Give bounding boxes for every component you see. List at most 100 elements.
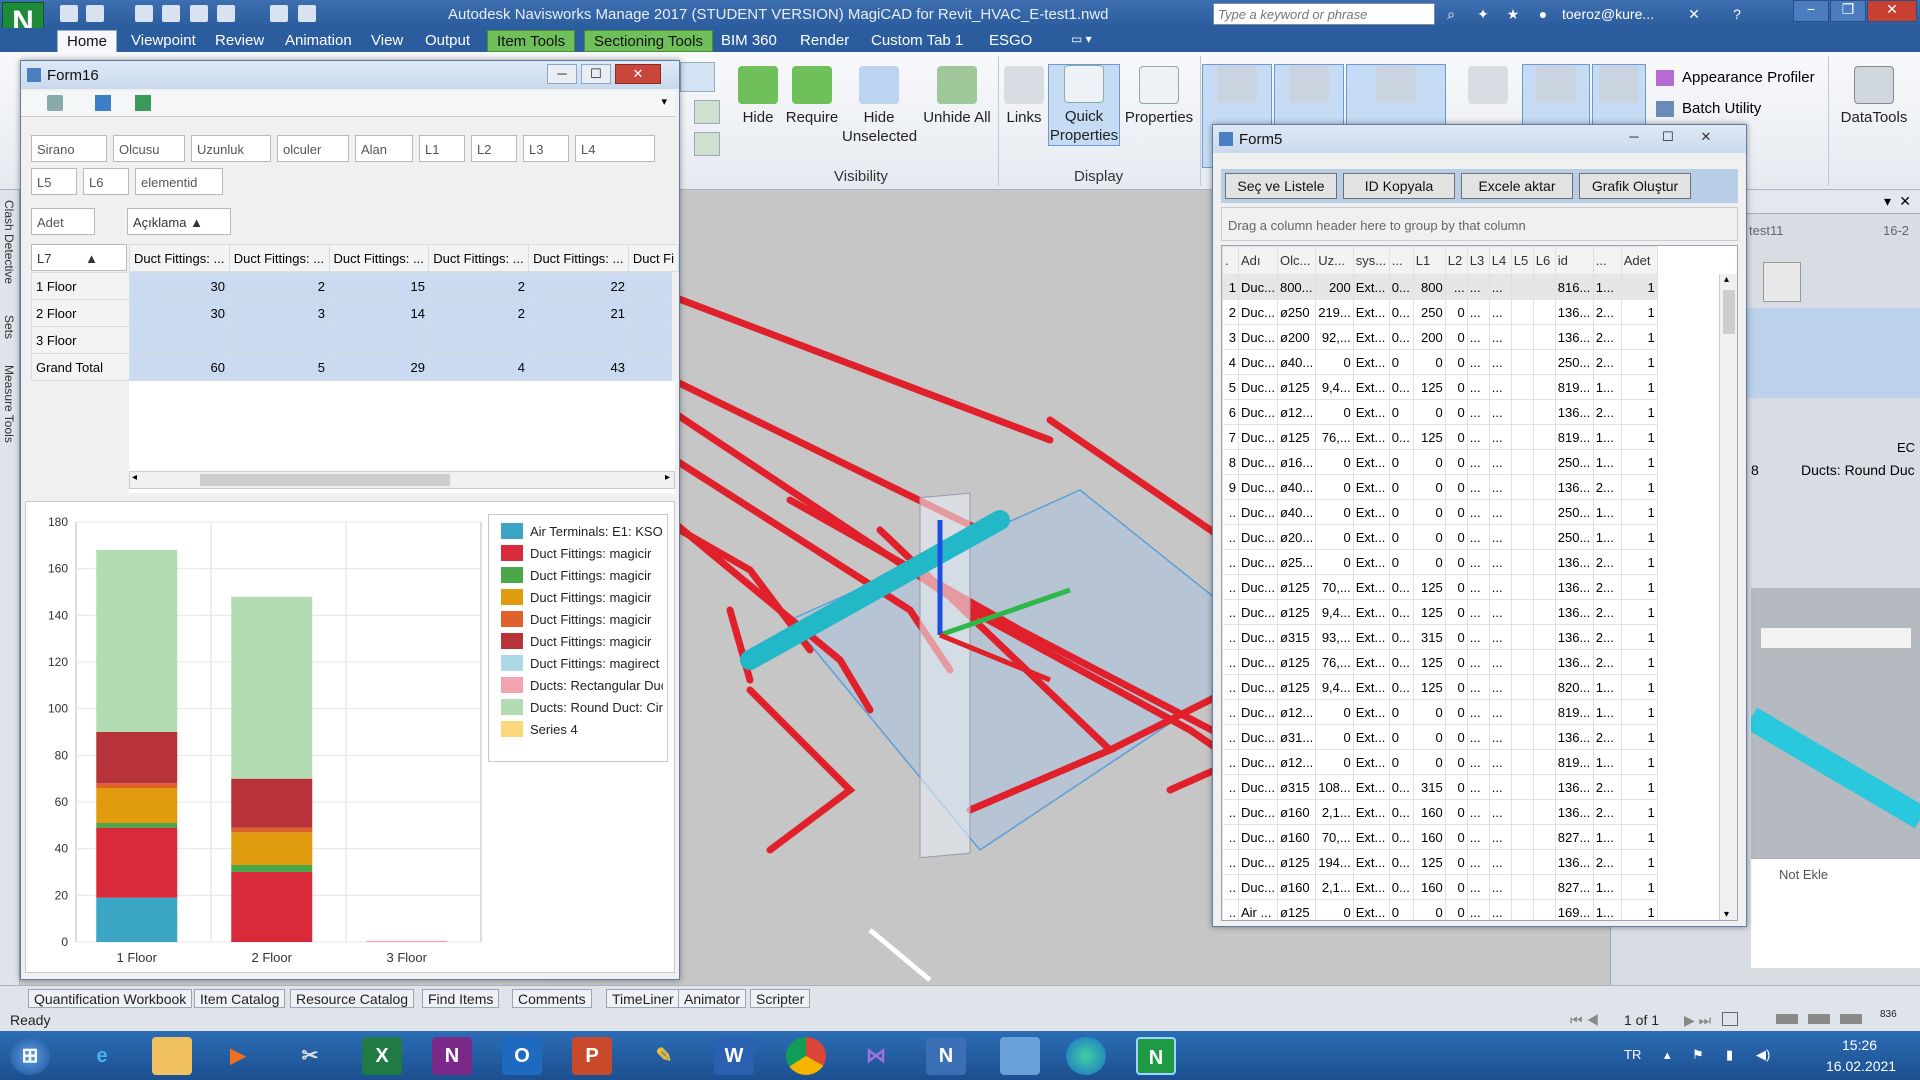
column-header[interactable]: Duct Fittings: ... (228, 244, 330, 272)
filter-field-l6[interactable]: L6 (83, 168, 129, 195)
section-tool-icon[interactable] (680, 62, 715, 92)
network-icon[interactable]: ▮ (1726, 1047, 1733, 1063)
table-row[interactable]: .. Duc... ø20... 0 Ext... 0 0 0...... 250... 1...… (1222, 524, 1658, 550)
plane-tool-icon[interactable] (694, 100, 720, 124)
bar-segment[interactable] (96, 897, 178, 942)
bar-segment[interactable] (96, 732, 178, 784)
redo-icon[interactable] (217, 5, 235, 22)
column-field-aciklama[interactable]: Açıklama ▲ (127, 208, 231, 235)
column-header[interactable]: Duct Fittings: ... (428, 244, 530, 272)
grid-column-header[interactable]: ... (1388, 246, 1414, 275)
filter-field-sirano[interactable]: Sirano (31, 135, 107, 162)
grid-column-header[interactable]: Olc... (1276, 246, 1317, 275)
binoculars-icon[interactable]: ⌕ (1442, 6, 1460, 22)
pin-icon[interactable]: ▾ (1884, 193, 1891, 210)
edge-icon[interactable] (1066, 1037, 1106, 1075)
tab-animator[interactable]: Animator (678, 989, 747, 1008)
select-icon[interactable] (298, 5, 316, 22)
tab-review[interactable]: Review (206, 30, 273, 52)
group-by-panel[interactable]: Drag a column header here to group by th… (1221, 207, 1738, 241)
chrome-icon[interactable] (786, 1037, 826, 1075)
export-icon[interactable] (47, 95, 63, 111)
help-icon[interactable]: ? (1728, 6, 1746, 22)
table-row[interactable]: .. Duc... ø125 9,4... Ext... 0... 125 0...... 82… (1222, 674, 1658, 700)
chart-icon[interactable] (95, 95, 111, 111)
tab-view[interactable]: View (362, 30, 412, 52)
scroll-right-icon[interactable]: ▸ (665, 472, 670, 483)
bar-segment[interactable] (231, 596, 313, 779)
form16-close-button[interactable]: ✕ (615, 64, 661, 84)
tab-comments[interactable]: Comments (512, 989, 592, 1008)
table-row[interactable]: 5 Duc... ø125 9,4... Ext... 0... 125 0...... 819… (1222, 374, 1658, 400)
tab-sectioning-tools[interactable]: Sectioning Tools (584, 30, 713, 52)
autodesk-rendering-button[interactable] (1460, 66, 1516, 108)
navisworks-manage-icon[interactable]: N (1136, 1037, 1176, 1075)
tab-timeliner[interactable]: TimeLiner (606, 989, 680, 1008)
scrollbar-thumb[interactable] (1723, 290, 1735, 334)
filter-field-alan[interactable]: Alan (355, 135, 413, 162)
grid-column-header[interactable]: L1 (1412, 246, 1446, 275)
table-row[interactable]: .. Duc... ø125 194... Ext... 0... 125 0...... 13… (1222, 849, 1658, 875)
ribbon-options-icon[interactable]: ▭ ▾ (1062, 30, 1101, 52)
table-row[interactable]: Grand Total 60 5 29 4 43 (31, 353, 672, 381)
form16-maximize-button[interactable]: ☐ (581, 64, 611, 84)
column-header[interactable]: Duct Fittings: ... (528, 244, 629, 272)
column-header[interactable]: Duct Fittings: ... (129, 244, 230, 272)
bar-segment[interactable] (96, 788, 178, 823)
clipboard-icon[interactable] (1763, 262, 1801, 302)
note-area[interactable]: Not Ekle (1751, 858, 1920, 968)
table-row[interactable]: .. Duc... ø31... 0 Ext... 0 0 0...... 136... 2...… (1222, 724, 1658, 750)
excele-aktar-button[interactable]: Excele aktar (1461, 173, 1573, 199)
tab-item-tools[interactable]: Item Tools (487, 30, 576, 52)
filter-field-uzunluk[interactable]: Uzunluk (191, 135, 271, 162)
quick-properties-button[interactable]: Quick Properties (1048, 64, 1120, 146)
clock-date[interactable]: 16.02.2021 (1826, 1058, 1896, 1074)
box-tool-icon[interactable] (694, 132, 720, 156)
scroll-up-icon[interactable]: ▴ (1724, 274, 1729, 285)
powerpoint-icon[interactable]: P (572, 1037, 612, 1075)
bar-segment[interactable] (96, 827, 178, 898)
grid-column-header[interactable]: id (1554, 246, 1594, 275)
bar-segment[interactable] (231, 872, 313, 942)
minimize-button[interactable]: − (1793, 0, 1829, 22)
bar-segment[interactable] (96, 550, 178, 732)
bar-segment[interactable] (96, 823, 178, 828)
user-name[interactable]: toeroz@kure... (1562, 6, 1654, 22)
grafik-olustur-button[interactable]: Grafik Oluştur (1579, 173, 1691, 199)
table-row[interactable]: 2 Floor 30 3 14 2 21 (31, 299, 672, 327)
filter-field-l3[interactable]: L3 (523, 135, 569, 162)
user-icon[interactable]: ● (1534, 6, 1552, 22)
navisworks-freedom-icon[interactable]: N (926, 1037, 966, 1075)
column-header[interactable]: Duct Fittings: ... (328, 244, 430, 272)
table-row[interactable]: .. Duc... ø40... 0 Ext... 0 0 0...... 250... 1...… (1222, 499, 1658, 525)
bar-segment[interactable] (231, 827, 313, 833)
horizontal-scrollbar[interactable]: ◂ ▸ (129, 471, 675, 489)
table-row[interactable]: .. Duc... ø125 76,... Ext... 0... 125 0...... 13… (1222, 649, 1658, 675)
bar-segment[interactable] (231, 778, 313, 828)
outlook-icon[interactable]: O (502, 1037, 542, 1075)
appearance-profiler-button[interactable]: Appearance Profiler (1682, 69, 1815, 86)
table-row[interactable]: 3 Floor (31, 326, 672, 354)
grid-column-header[interactable]: L3 (1466, 246, 1490, 275)
table-row[interactable]: 6 Duc... ø12... 0 Ext... 0 0 0...... 136... 2... 1 (1222, 399, 1658, 425)
table-row[interactable]: 7 Duc... ø125 76,... Ext... 0... 125 0...... 819… (1222, 424, 1658, 450)
tab-item-catalog[interactable]: Item Catalog (194, 989, 286, 1008)
tab-render[interactable]: Render (791, 30, 858, 52)
exchange-icon[interactable]: ✕ (1685, 6, 1703, 22)
table-row[interactable]: .. Duc... ø160 2,1... Ext... 0... 160 0...... 13… (1222, 799, 1658, 825)
tab-quantification-workbook[interactable]: Quantification Workbook (28, 989, 193, 1008)
bar-segment[interactable] (231, 832, 313, 865)
satellite-icon[interactable]: ✦ (1474, 6, 1492, 22)
tab-find-items[interactable]: Find Items (422, 989, 500, 1008)
grid-column-header[interactable]: sys... (1352, 246, 1390, 275)
tab-custom-tab-1[interactable]: Custom Tab 1 (862, 30, 972, 52)
filter-field-l4[interactable]: L4 (575, 135, 655, 162)
hide-button[interactable]: Hide (734, 66, 782, 127)
clash-detective-side-tab[interactable]: Clash Detective (2, 200, 16, 284)
last-page-icon[interactable]: ▶ ⏭ (1684, 1012, 1711, 1029)
table-row[interactable]: 1 Floor 30 2 15 2 22 (31, 272, 672, 300)
refresh-icon[interactable] (270, 5, 288, 22)
tab-home[interactable]: Home (57, 30, 118, 52)
bar-segment[interactable] (366, 940, 448, 942)
column-header[interactable]: Duct Fi (627, 244, 680, 272)
